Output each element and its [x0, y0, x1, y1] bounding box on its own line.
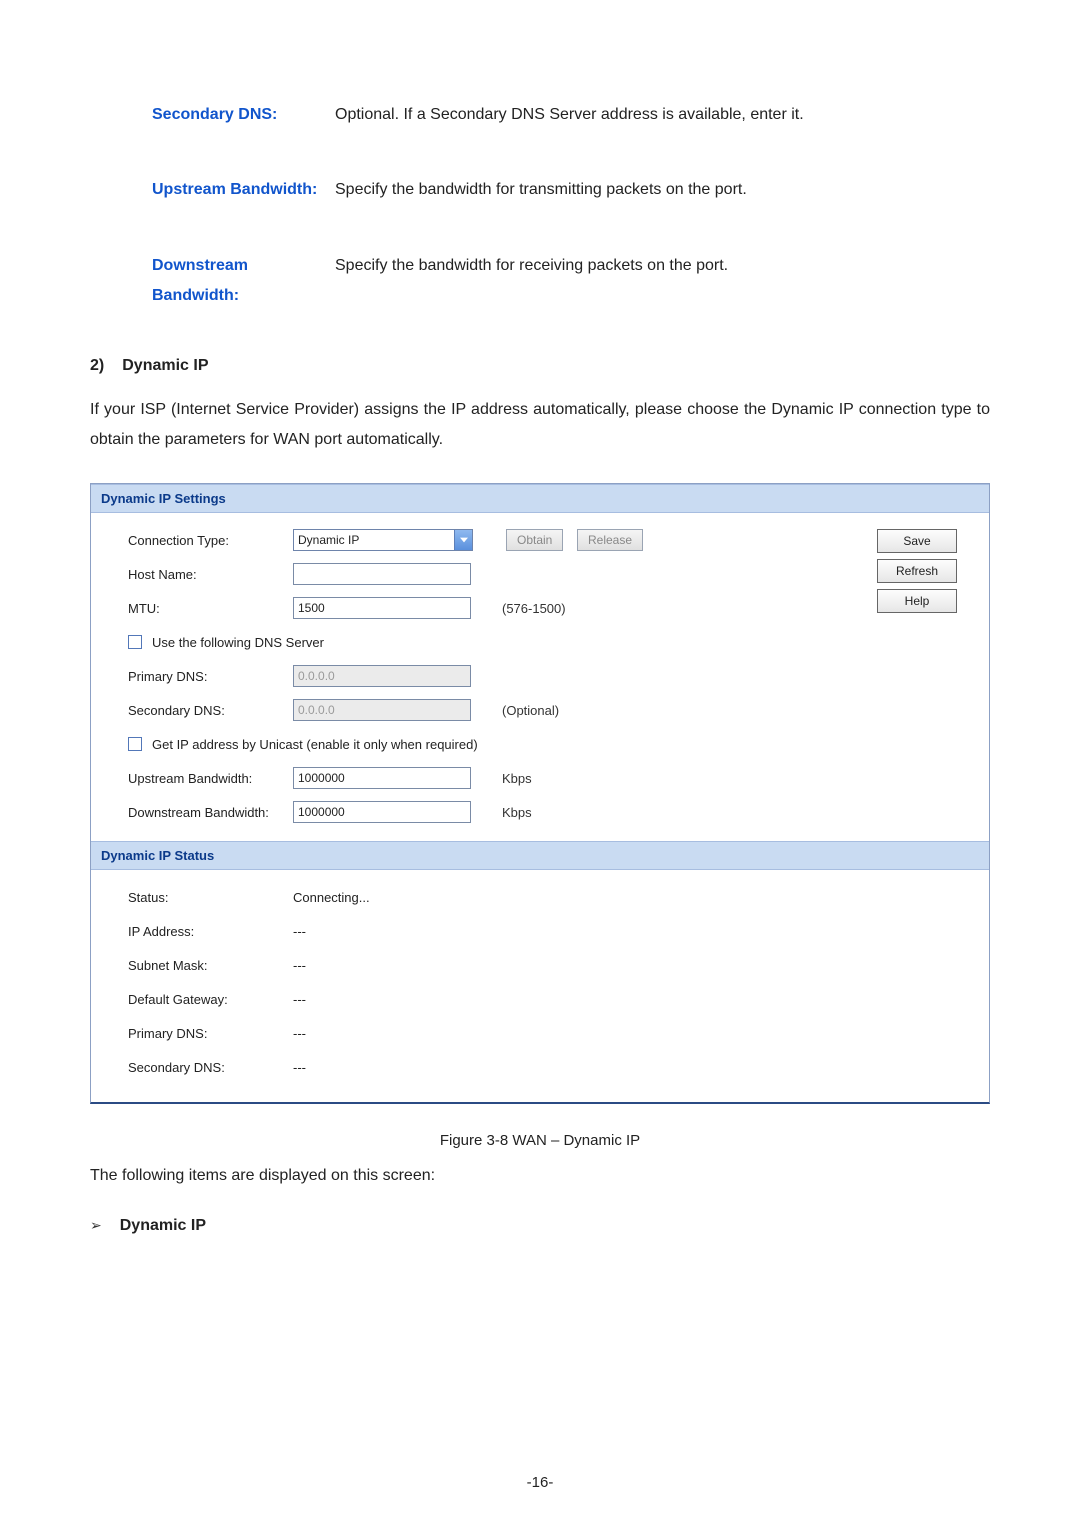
use-dns-checkbox[interactable]: [128, 635, 142, 649]
sdns-value: ---: [293, 1060, 306, 1075]
unicast-checkbox[interactable]: [128, 737, 142, 751]
host-name-input[interactable]: [293, 563, 471, 585]
secondary-dns-input[interactable]: 0.0.0.0: [293, 699, 471, 721]
host-name-label: Host Name:: [103, 567, 293, 582]
secondary-dns-label: Secondary DNS:: [103, 703, 293, 718]
ip-value: ---: [293, 924, 306, 939]
dynamic-ip-panel: Dynamic IP Settings Connection Type: Dyn…: [90, 483, 990, 1104]
gw-label: Default Gateway:: [103, 992, 293, 1007]
release-button[interactable]: Release: [577, 529, 643, 551]
secondary-dns-note: (Optional): [488, 703, 559, 718]
primary-dns-label: Primary DNS:: [103, 669, 293, 684]
bullet-arrow-icon: ➢: [90, 1217, 102, 1234]
def-secondary-dns-label: Secondary DNS:: [90, 100, 335, 130]
up-bw-input[interactable]: 1000000: [293, 767, 471, 789]
up-bw-unit: Kbps: [488, 771, 532, 786]
figure-caption: Figure 3-8 WAN – Dynamic IP: [90, 1132, 990, 1149]
conn-type-select[interactable]: Dynamic IP: [293, 529, 473, 551]
section-title: Dynamic IP: [122, 357, 208, 375]
def-secondary-dns-text: Optional. If a Secondary DNS Server addr…: [335, 100, 990, 130]
status-strip: Dynamic IP Status: [91, 841, 989, 870]
unicast-label: Get IP address by Unicast (enable it onl…: [152, 737, 478, 752]
primary-dns-input[interactable]: 0.0.0.0: [293, 665, 471, 687]
help-button[interactable]: Help: [877, 589, 957, 613]
section-paragraph: If your ISP (Internet Service Provider) …: [90, 395, 990, 456]
def-downstream-bw-text: Specify the bandwidth for receiving pack…: [335, 251, 990, 312]
def-upstream-bw-text: Specify the bandwidth for transmitting p…: [335, 175, 990, 205]
settings-strip: Dynamic IP Settings: [91, 484, 989, 513]
save-button[interactable]: Save: [877, 529, 957, 553]
mtu-label: MTU:: [103, 601, 293, 616]
use-dns-label: Use the following DNS Server: [152, 635, 324, 650]
section-number: 2): [90, 357, 104, 375]
mtu-note: (576-1500): [488, 601, 566, 616]
page-number: -16-: [0, 1474, 1080, 1491]
conn-type-label: Connection Type:: [103, 533, 293, 548]
pdns-label: Primary DNS:: [103, 1026, 293, 1041]
down-bw-input[interactable]: 1000000: [293, 801, 471, 823]
up-bw-label: Upstream Bandwidth:: [103, 771, 293, 786]
def-downstream-bw-label: Downstream Bandwidth:: [90, 251, 335, 312]
pdns-value: ---: [293, 1026, 306, 1041]
obtain-button[interactable]: Obtain: [506, 529, 563, 551]
sdns-label: Secondary DNS:: [103, 1060, 293, 1075]
def-upstream-bw-label: Upstream Bandwidth:: [90, 175, 335, 205]
bullet-title: Dynamic IP: [120, 1217, 206, 1235]
status-value: Connecting...: [293, 890, 370, 905]
chevron-down-icon: [454, 530, 472, 550]
ip-label: IP Address:: [103, 924, 293, 939]
conn-type-value: Dynamic IP: [298, 533, 359, 547]
mask-value: ---: [293, 958, 306, 973]
after-caption: The following items are displayed on thi…: [90, 1167, 990, 1185]
down-bw-label: Downstream Bandwidth:: [103, 805, 293, 820]
mask-label: Subnet Mask:: [103, 958, 293, 973]
down-bw-unit: Kbps: [488, 805, 532, 820]
refresh-button[interactable]: Refresh: [877, 559, 957, 583]
mtu-input[interactable]: 1500: [293, 597, 471, 619]
gw-value: ---: [293, 992, 306, 1007]
status-label: Status:: [103, 890, 293, 905]
